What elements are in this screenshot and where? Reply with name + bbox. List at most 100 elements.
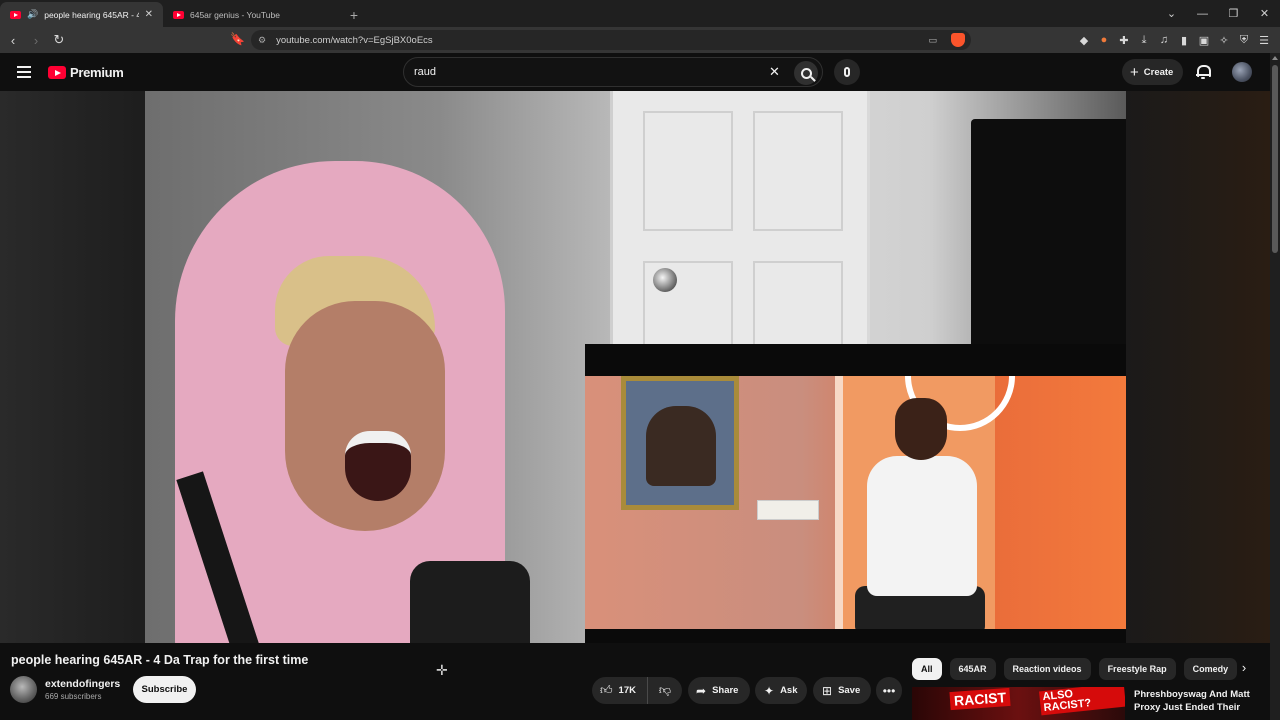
extension-icons: ◆ ● ✚ ⤓ ♫ ▮ ▣ ✧ ⛨ ☰ <box>1074 27 1274 53</box>
save-button[interactable]: ⊞ Save <box>813 677 871 704</box>
tab-title: 645ar genius - YouTube <box>190 9 280 20</box>
create-label: Create <box>1143 66 1174 78</box>
guide-menu-icon[interactable] <box>17 66 31 78</box>
browser-tab-active[interactable]: 🔊 people hearing 645AR - 4 Da ✕ <box>0 2 163 27</box>
youtube-favicon-icon <box>173 10 184 19</box>
thumbnail-text: RACIST <box>949 687 1011 711</box>
inset-person-shirt <box>867 456 977 596</box>
notifications-bell-icon[interactable] <box>1196 64 1211 80</box>
microphone-icon <box>844 67 850 77</box>
chip-reaction-videos[interactable]: Reaction videos <box>1003 658 1091 680</box>
close-window-icon[interactable]: ✕ <box>1249 7 1280 20</box>
clear-search-icon[interactable]: ✕ <box>769 64 780 80</box>
url-text: youtube.com/watch?v=EgSjBX0oEcs <box>276 34 433 46</box>
minimize-icon[interactable]: — <box>1187 8 1218 20</box>
scrollbar-thumb[interactable] <box>1272 65 1278 253</box>
ask-label: Ask <box>780 685 798 696</box>
youtube-logo[interactable]: Premium <box>48 65 124 80</box>
recommendation-thumbnail[interactable]: RACIST ALSO RACIST? <box>912 687 1125 720</box>
video-frame-person-mouth <box>345 431 411 501</box>
dislike-button[interactable]: 👎︎ <box>648 677 682 704</box>
plus-icon: + <box>1130 63 1139 81</box>
scroll-up-arrow-icon[interactable] <box>1272 56 1278 60</box>
video-player[interactable] <box>145 91 1126 643</box>
save-label: Save <box>838 685 861 696</box>
page-scrollbar[interactable] <box>1270 53 1280 720</box>
site-info-icon[interactable]: ⚙ <box>258 35 266 46</box>
share-label: Share <box>712 685 739 696</box>
restore-icon[interactable]: ❐ <box>1218 7 1249 20</box>
search-icon <box>800 67 812 79</box>
share-button[interactable]: ➦ Share <box>688 677 750 704</box>
address-bar[interactable]: ⚙ youtube.com/watch?v=EgSjBX0oEcs ▭ <box>251 30 971 50</box>
youtube-play-logo-icon <box>48 66 66 79</box>
create-button[interactable]: + Create <box>1122 59 1184 85</box>
channel-avatar[interactable] <box>10 676 37 703</box>
chip-comedy[interactable]: Comedy <box>1183 658 1238 680</box>
inset-wall-outlet <box>757 500 819 520</box>
back-icon[interactable]: ‹ <box>3 33 23 48</box>
extension-icon[interactable]: ◆ <box>1074 34 1094 47</box>
inset-person-head <box>895 398 947 460</box>
media-icon[interactable]: ♫ <box>1154 34 1174 46</box>
like-dislike-group: 👍︎ 17K 👎︎ <box>592 677 682 704</box>
player-container <box>0 91 1270 643</box>
browser-tab-strip: 🔊 people hearing 645AR - 4 Da ✕ 645ar ge… <box>0 0 1280 27</box>
video-title: people hearing 645AR - 4 Da Trap for the… <box>11 653 309 667</box>
vpn-icon[interactable]: ⛨ <box>1234 34 1254 47</box>
forward-icon[interactable]: › <box>26 33 46 48</box>
inset-picture-frame <box>621 376 739 510</box>
thumbs-up-icon: 👍︎ <box>600 683 613 697</box>
video-inset-clip <box>585 344 1126 643</box>
tab-close-icon[interactable]: ✕ <box>145 9 153 20</box>
video-frame-microphone <box>410 561 530 643</box>
related-filter-chips: All 645AR Reaction videos Freestyle Rap … <box>912 658 1238 680</box>
leo-ai-icon[interactable]: ✧ <box>1214 34 1234 47</box>
recommendation-title[interactable]: Phreshboyswag And Matt Proxy Just Ended … <box>1134 688 1264 714</box>
wallet-icon[interactable]: ▣ <box>1194 34 1214 47</box>
brave-shield-icon[interactable] <box>951 33 965 47</box>
menu-icon[interactable]: ☰ <box>1254 34 1274 47</box>
thumbnail-text: ALSO RACIST? <box>1038 687 1125 716</box>
subscriber-count: 669 subscribers <box>45 692 102 701</box>
channel-name[interactable]: extendofingers <box>45 678 120 690</box>
thumbs-down-icon: 👎︎ <box>658 683 672 697</box>
more-actions-button[interactable]: ••• <box>876 677 902 704</box>
download-icon[interactable]: ⤓ <box>1134 34 1154 47</box>
more-horizontal-icon: ••• <box>882 683 896 698</box>
tab-title: people hearing 645AR - 4 Da <box>44 9 138 20</box>
mouse-cursor-icon: ✛ <box>436 662 448 678</box>
search-box: ✕ <box>403 57 823 87</box>
voice-search-button[interactable] <box>834 59 860 85</box>
chips-next-arrow-icon[interactable]: › <box>1234 660 1254 680</box>
like-button[interactable]: 👍︎ 17K <box>592 677 648 704</box>
bookmark-icon[interactable]: 🔖 <box>230 32 245 48</box>
tab-list-chevron-icon[interactable]: ⌄ <box>1156 7 1187 20</box>
chip-645ar[interactable]: 645AR <box>949 658 996 680</box>
youtube-masthead: Premium ✕ + Create <box>0 53 1270 91</box>
chip-freestyle-rap[interactable]: Freestyle Rap <box>1098 658 1176 680</box>
sparkle-icon: ✦ <box>764 683 775 698</box>
search-input[interactable] <box>414 66 754 78</box>
puzzle-icon[interactable]: ✚ <box>1114 34 1134 47</box>
video-frame-doorknob <box>653 268 677 292</box>
youtube-favicon-icon <box>10 10 21 19</box>
reload-icon[interactable]: ↻ <box>49 32 69 48</box>
extension-icon[interactable]: ● <box>1094 34 1114 46</box>
share-icon: ➦ <box>696 683 707 698</box>
new-tab-button[interactable]: + <box>340 2 368 27</box>
chip-all[interactable]: All <box>912 658 942 680</box>
search-button[interactable] <box>794 61 818 85</box>
save-bookmark-icon: ⊞ <box>822 683 833 698</box>
like-count: 17K <box>618 685 636 696</box>
video-frame-tv <box>971 119 1126 349</box>
account-avatar[interactable] <box>1232 62 1252 82</box>
speaker-icon[interactable]: 🔊 <box>27 9 38 20</box>
subscribe-button[interactable]: Subscribe <box>133 676 196 703</box>
cast-icon[interactable]: ▭ <box>928 35 937 46</box>
sidebar-icon[interactable]: ▮ <box>1174 34 1194 47</box>
browser-tab[interactable]: 645ar genius - YouTube <box>163 2 326 27</box>
logo-text: Premium <box>70 65 124 80</box>
ask-button[interactable]: ✦ Ask <box>755 677 807 704</box>
window-controls: ⌄ — ❐ ✕ <box>1156 0 1280 27</box>
